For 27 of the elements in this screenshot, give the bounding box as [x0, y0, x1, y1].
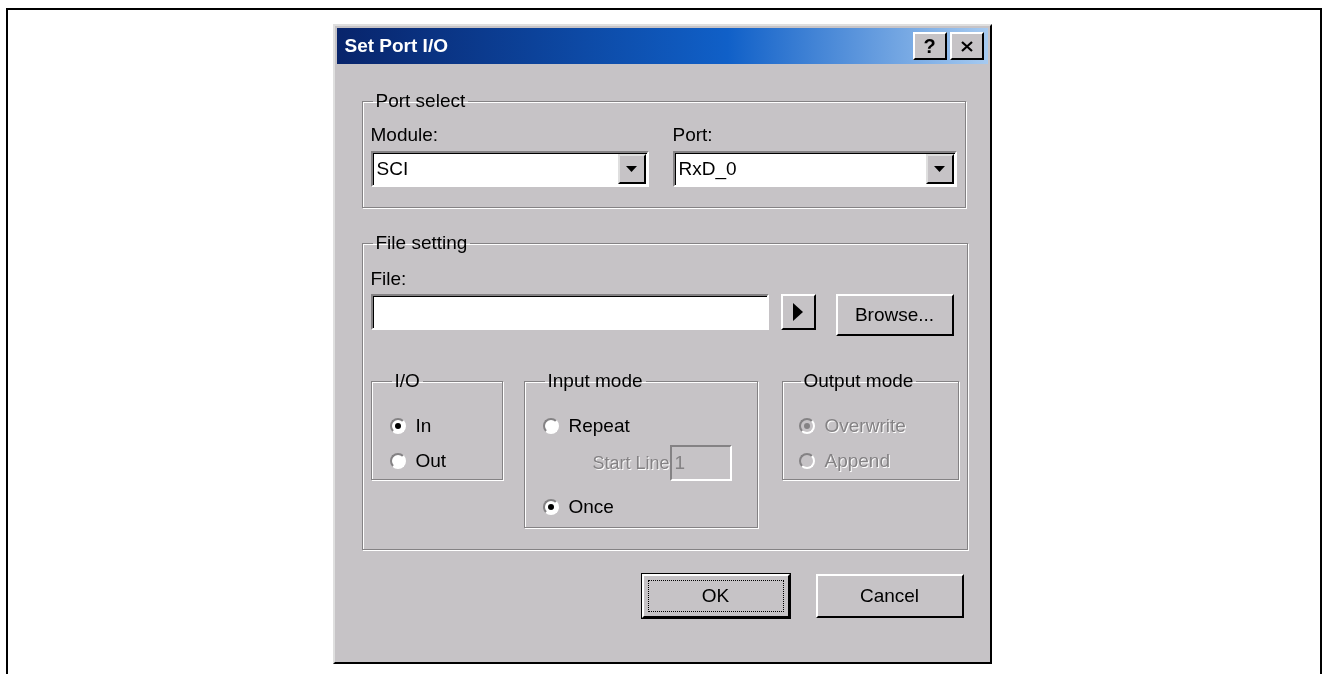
group-title: Output mode [802, 370, 915, 392]
start-line-label: Start Line [592, 452, 670, 474]
group-title: Port select [374, 90, 467, 112]
radio-option[interactable]: Out [389, 443, 502, 478]
group-title: I/O [393, 370, 421, 392]
dropdown-arrow-icon [626, 166, 637, 172]
radio-option[interactable]: In [389, 408, 502, 443]
group-title: File setting [374, 232, 469, 254]
cancel-button[interactable]: Cancel [815, 574, 964, 618]
module-dropdown[interactable]: SCI [370, 151, 649, 187]
window-title: Set Port I/O [344, 35, 449, 57]
play-arrow-button[interactable] [780, 294, 816, 330]
module-label: Module: [370, 124, 440, 146]
close-icon [960, 40, 973, 52]
file-input-field[interactable] [370, 294, 769, 330]
group-title: Input mode [546, 370, 644, 392]
file-label: File: [370, 268, 408, 290]
radio-option[interactable]: Repeat [542, 408, 757, 443]
play-triangle-icon [793, 303, 803, 321]
help-button[interactable]: ? [912, 32, 947, 60]
radio-option[interactable]: Once [542, 489, 757, 524]
browse-button[interactable]: Browse... [835, 294, 954, 336]
port-label: Port: [672, 124, 714, 146]
dropdown-arrow-icon [934, 166, 945, 172]
ok-button[interactable]: OK [641, 574, 790, 618]
close-button[interactable] [949, 32, 984, 60]
port-dropdown[interactable]: RxD_0 [672, 151, 957, 187]
